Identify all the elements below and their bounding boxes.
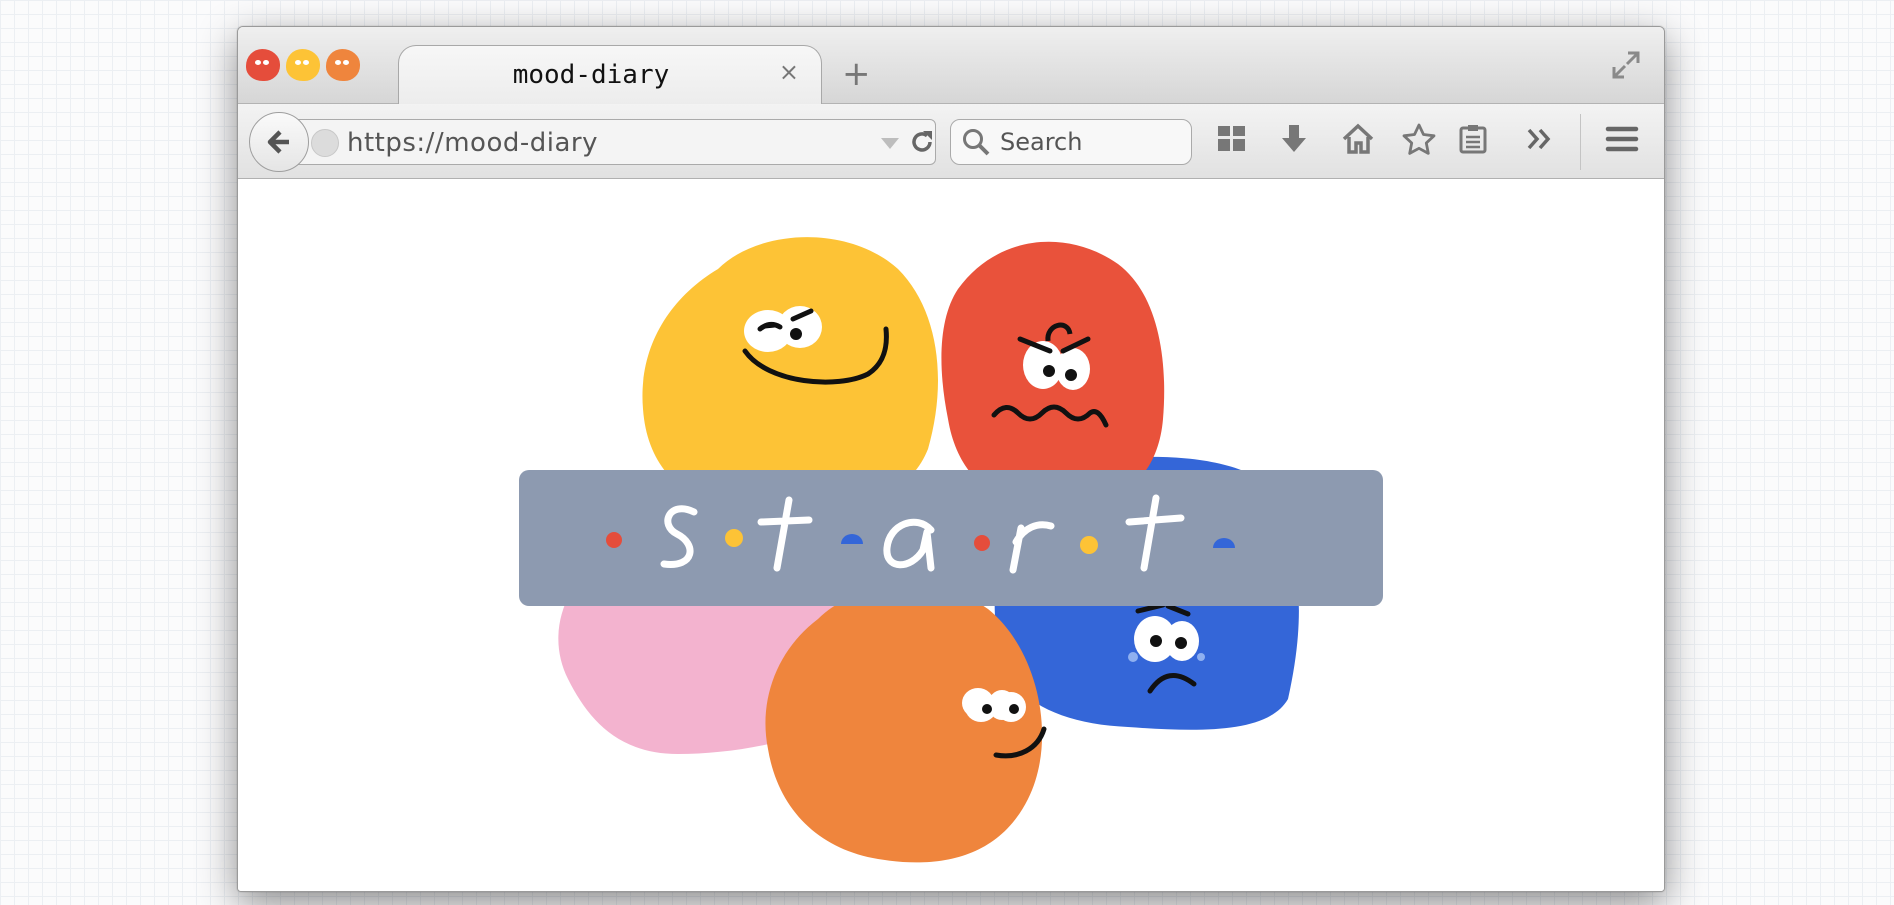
close-window-button[interactable] [246,49,280,81]
letter-s [660,505,698,568]
sad-dot-icon [841,534,863,544]
happy-dot-icon [1080,536,1098,554]
minimize-window-button[interactable] [286,49,320,81]
url-host: mood-diary [444,128,598,158]
grid-icon[interactable] [1216,123,1248,159]
nav-toolbar: https://mood-diary Search [238,104,1664,179]
tab-title: mood-diary [512,60,670,90]
overflow-chevrons-icon[interactable] [1526,126,1554,156]
url-scheme: https:// [347,128,445,158]
star-icon[interactable] [1402,123,1436,159]
zoom-window-button[interactable] [326,49,360,81]
tab-close-icon[interactable]: × [779,58,799,86]
back-button[interactable] [249,112,309,172]
fullscreen-icon[interactable] [1610,49,1642,85]
angry-dot-icon [606,532,622,548]
url-text: https://mood-diary [347,128,598,158]
letter-t [1125,494,1185,572]
letter-r [1009,521,1055,574]
new-tab-button[interactable]: + [842,57,871,91]
window-controls [246,49,360,81]
menu-icon[interactable] [1604,123,1640,159]
reader-icon[interactable] [1457,123,1489,159]
browser-tab[interactable]: mood-diary × [398,45,822,106]
start-logo [606,494,1235,574]
title-bar: mood-diary × + [238,27,1664,106]
letter-a [883,518,935,572]
search-icon [961,127,991,161]
browser-window: mood-diary × + https://mood-diary Search [237,26,1665,892]
reload-icon[interactable] [908,128,936,160]
download-icon[interactable] [1278,123,1310,159]
angry-blob [941,241,1165,509]
globe-icon [311,129,339,157]
angry-dot-icon [974,535,990,551]
letter-t [757,496,813,572]
url-bar[interactable]: https://mood-diary [294,119,936,165]
page-content [238,179,1664,891]
search-bar[interactable]: Search [950,119,1192,165]
toolbar-separator [1580,114,1581,170]
search-placeholder: Search [1000,128,1083,156]
start-button[interactable] [519,470,1383,606]
happy-dot-icon [725,529,743,547]
back-arrow-icon [267,130,289,154]
home-icon[interactable] [1341,123,1375,159]
dropdown-icon[interactable] [881,138,899,149]
sad-dot-icon [1213,538,1235,548]
